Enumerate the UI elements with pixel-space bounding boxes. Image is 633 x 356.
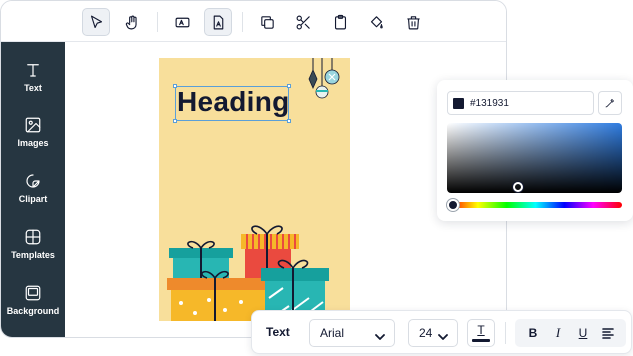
toolbar-divider [242, 12, 243, 32]
align-left-icon [602, 328, 614, 339]
ornament-icon [308, 58, 340, 99]
saturation-value-area[interactable] [447, 123, 622, 193]
text-color-bar [472, 339, 490, 342]
color-swatch [453, 97, 464, 109]
top-toolbar [1, 1, 506, 42]
hue-slider[interactable] [449, 202, 622, 208]
text-box-tool-button[interactable] [168, 8, 196, 36]
pointer-icon [90, 15, 102, 28]
text-file-icon [213, 15, 223, 29]
eyedropper-icon [605, 98, 615, 108]
duplicate-button[interactable] [253, 8, 281, 36]
sidebar-item-images[interactable]: Images [1, 116, 65, 166]
toolbar-divider [157, 12, 158, 32]
eyedropper-button[interactable] [598, 91, 622, 115]
sidebar-item-label: Images [17, 138, 49, 148]
chevron-down-icon [375, 329, 385, 340]
sticker-icon [26, 174, 40, 188]
duplicate-icon [260, 15, 274, 29]
text-box-icon [175, 17, 189, 27]
font-size-value: 24 [419, 326, 433, 340]
font-size-select[interactable]: 24 [408, 319, 458, 347]
font-family-select[interactable]: Arial [309, 319, 395, 347]
scissors-icon [296, 15, 310, 29]
text-file-tool-button[interactable] [204, 8, 232, 36]
image-icon [25, 117, 41, 133]
text-toolbar-label: Text [266, 325, 290, 339]
delete-button[interactable] [399, 8, 427, 36]
chevron-down-icon [438, 329, 448, 340]
font-family-value: Arial [320, 326, 345, 340]
sidebar-item-label: Clipart [18, 194, 48, 204]
cut-button[interactable] [289, 8, 317, 36]
heading-text[interactable]: Heading [177, 84, 290, 120]
text-style-group: B I U [515, 319, 626, 347]
text-color-glyph: T [477, 323, 485, 337]
text-color-button[interactable]: T [467, 319, 495, 347]
fill-button[interactable] [362, 8, 390, 36]
toolbar-divider [505, 322, 506, 344]
underline-button[interactable]: U [573, 323, 593, 343]
sidebar-item-label: Text [24, 83, 42, 93]
clipboard-icon [334, 14, 346, 29]
hand-tool-button[interactable] [118, 8, 146, 36]
hue-thumb[interactable] [447, 199, 459, 211]
sidebar-item-label: Templates [11, 250, 55, 260]
left-sidebar: Text Images Clipart Templates Background [1, 42, 65, 337]
align-button[interactable] [598, 323, 618, 343]
sidebar-item-text[interactable]: Text [1, 61, 65, 111]
sidebar-item-templates[interactable]: Templates [1, 228, 65, 278]
text-icon [27, 64, 39, 77]
hex-value: #131931 [470, 97, 509, 109]
color-picker-panel: #131931 [437, 80, 633, 221]
sidebar-item-background[interactable]: Background [1, 284, 65, 334]
sidebar-item-clipart[interactable]: Clipart [1, 172, 65, 222]
italic-button[interactable]: I [548, 323, 568, 343]
trash-icon [406, 15, 420, 29]
hand-icon [125, 15, 137, 29]
background-icon [25, 285, 41, 301]
saturation-thumb[interactable] [513, 182, 523, 192]
bold-button[interactable]: B [523, 323, 543, 343]
sidebar-item-label: Background [6, 306, 60, 316]
fill-bucket-icon [370, 15, 383, 28]
text-format-toolbar: Text Arial 24 T B I U [251, 310, 632, 354]
paste-button[interactable] [326, 8, 354, 36]
hex-color-input[interactable]: #131931 [447, 91, 594, 115]
templates-icon [25, 229, 41, 245]
pointer-tool-button[interactable] [82, 8, 110, 36]
